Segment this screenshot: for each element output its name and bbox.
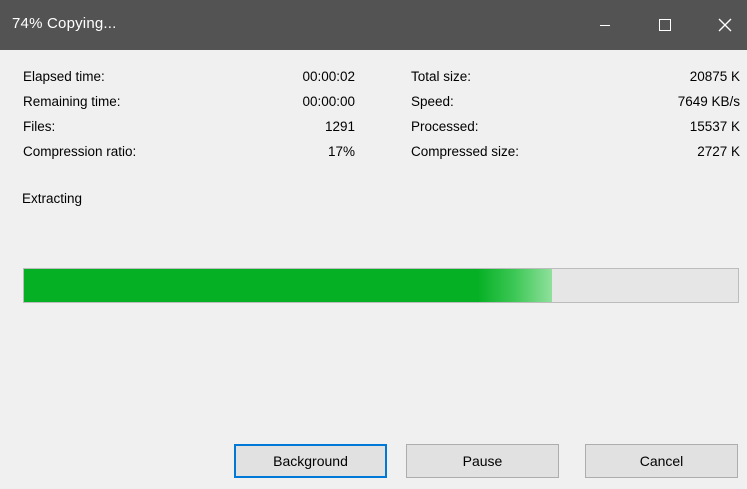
elapsed-time-value: 00:00:02 — [302, 69, 355, 84]
stats-panel: Elapsed time: 00:00:02 Remaining time: 0… — [0, 0, 747, 170]
total-size-value: 20875 K — [689, 69, 740, 84]
speed-label: Speed: — [411, 94, 454, 109]
background-button[interactable]: Background — [234, 444, 387, 478]
pause-button[interactable]: Pause — [406, 444, 559, 478]
processed-value: 15537 K — [689, 119, 740, 134]
compression-ratio-label: Compression ratio: — [23, 144, 137, 159]
operation-status-label: Extracting — [22, 191, 83, 206]
compression-ratio-value: 17% — [327, 144, 355, 159]
remaining-time-label: Remaining time: — [23, 94, 121, 109]
speed-value: 7649 KB/s — [677, 94, 740, 109]
compressed-size-label: Compressed size: — [411, 144, 520, 159]
total-size-label: Total size: — [411, 69, 472, 84]
files-value: 1291 — [324, 119, 355, 134]
cancel-button[interactable]: Cancel — [585, 444, 738, 478]
files-label: Files: — [23, 119, 56, 134]
processed-label: Processed: — [411, 119, 479, 134]
progress-bar — [23, 268, 739, 303]
remaining-time-value: 00:00:00 — [302, 94, 355, 109]
elapsed-time-label: Elapsed time: — [23, 69, 105, 84]
compressed-size-value: 2727 K — [697, 144, 740, 159]
copy-progress-window: 74% Copying... Elapsed time: 00:00:02 Re… — [0, 0, 747, 489]
progress-bar-fill — [24, 269, 553, 302]
